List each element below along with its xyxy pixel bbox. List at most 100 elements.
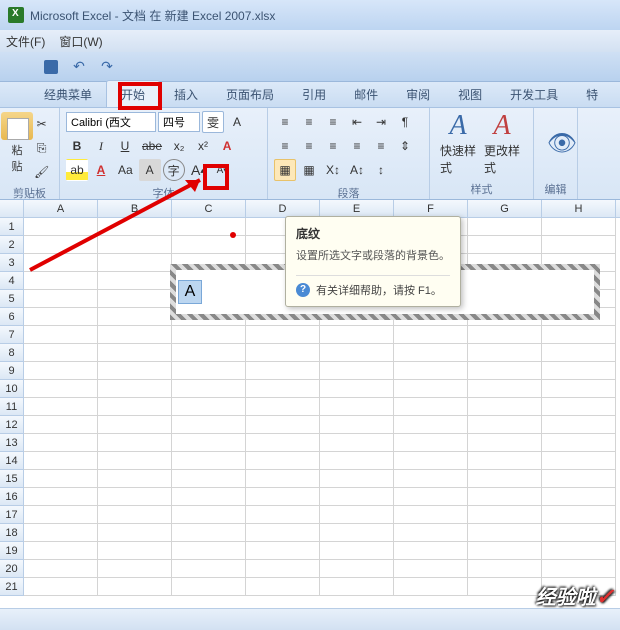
cell[interactable] (320, 326, 394, 344)
cell[interactable] (468, 236, 542, 254)
subscript-button[interactable]: x₂ (168, 135, 190, 157)
row-header[interactable]: 1 (0, 218, 24, 236)
row-header[interactable]: 13 (0, 434, 24, 452)
cell[interactable] (394, 434, 468, 452)
highlight-button[interactable]: ab (66, 159, 88, 181)
row-header[interactable]: 21 (0, 578, 24, 596)
multilevel-button[interactable]: ≡ (322, 111, 344, 133)
cell[interactable] (320, 380, 394, 398)
cell[interactable] (246, 578, 320, 596)
char-shading-button[interactable]: A (139, 159, 161, 181)
cell[interactable] (98, 560, 172, 578)
cell[interactable] (468, 470, 542, 488)
distribute-button[interactable]: ≡ (370, 135, 392, 157)
cell[interactable] (394, 326, 468, 344)
cell[interactable] (24, 272, 98, 290)
cell[interactable] (246, 398, 320, 416)
cell[interactable] (98, 380, 172, 398)
cell[interactable] (468, 326, 542, 344)
cell[interactable] (468, 524, 542, 542)
text-effects-button[interactable]: A (216, 135, 238, 157)
cell[interactable] (24, 488, 98, 506)
cell[interactable] (542, 506, 616, 524)
cell[interactable] (98, 524, 172, 542)
cell[interactable] (98, 362, 172, 380)
change-styles-button[interactable]: A 更改样式 (480, 111, 524, 175)
col-header[interactable]: A (24, 200, 98, 217)
numbering-button[interactable]: ≡ (298, 111, 320, 133)
tab-references[interactable]: 引用 (288, 81, 340, 107)
col-header[interactable]: E (320, 200, 394, 217)
copy-button[interactable]: ⎘ (30, 137, 53, 159)
tab-mail[interactable]: 邮件 (340, 81, 392, 107)
row-header[interactable]: 3 (0, 254, 24, 272)
bullets-button[interactable]: ≡ (274, 111, 296, 133)
cell[interactable] (394, 506, 468, 524)
cell[interactable] (246, 470, 320, 488)
tab-home[interactable]: 开始 (106, 80, 160, 107)
cell[interactable] (542, 218, 616, 236)
tab-special[interactable]: 特 (572, 81, 612, 107)
font-name-dropdown[interactable]: Calibri (西文 (66, 112, 156, 132)
underline-button[interactable]: U (114, 135, 136, 157)
strikethrough-button[interactable]: abe (138, 135, 166, 157)
align-right-button[interactable]: ≡ (322, 135, 344, 157)
para-extra-button[interactable]: ↕ (370, 159, 392, 181)
cell[interactable] (246, 326, 320, 344)
decrease-indent-button[interactable]: ⇤ (346, 111, 368, 133)
cell[interactable] (246, 452, 320, 470)
tab-review[interactable]: 审阅 (392, 81, 444, 107)
cell[interactable] (24, 308, 98, 326)
cell[interactable] (542, 236, 616, 254)
row-header[interactable]: 14 (0, 452, 24, 470)
cell[interactable] (98, 416, 172, 434)
font-color-button[interactable]: A (90, 159, 112, 181)
cell[interactable] (394, 380, 468, 398)
cell[interactable] (98, 434, 172, 452)
cell[interactable] (24, 236, 98, 254)
cell[interactable] (172, 326, 246, 344)
shrink-font-button[interactable]: A▾ (211, 159, 233, 181)
cell[interactable] (468, 398, 542, 416)
cut-button[interactable]: ✂ (30, 113, 53, 135)
sheet-tab-strip[interactable] (0, 608, 620, 630)
cell[interactable] (542, 524, 616, 542)
cell[interactable] (394, 578, 468, 596)
format-painter-button[interactable]: 🖌 (30, 161, 53, 183)
cell[interactable] (542, 452, 616, 470)
cell[interactable] (468, 452, 542, 470)
cell[interactable] (98, 398, 172, 416)
cell[interactable] (246, 560, 320, 578)
cell[interactable] (320, 434, 394, 452)
cell[interactable] (98, 218, 172, 236)
cell[interactable] (394, 344, 468, 362)
tab-classic[interactable]: 经典菜单 (30, 81, 106, 107)
cell[interactable] (320, 452, 394, 470)
cell[interactable] (468, 218, 542, 236)
cell[interactable] (98, 344, 172, 362)
cell[interactable] (172, 434, 246, 452)
quick-styles-button[interactable]: A 快速样式 (436, 111, 480, 175)
row-header[interactable]: 5 (0, 290, 24, 308)
cell[interactable] (98, 254, 172, 272)
cell[interactable] (468, 416, 542, 434)
cell[interactable] (542, 398, 616, 416)
cell[interactable] (172, 380, 246, 398)
menu-window[interactable]: 窗口(W) (59, 33, 102, 50)
cell[interactable] (98, 506, 172, 524)
cell[interactable] (394, 452, 468, 470)
line-spacing-button[interactable]: ⇕ (394, 135, 416, 157)
phonetic-guide-button[interactable]: 雯 (202, 111, 224, 133)
cell[interactable] (172, 560, 246, 578)
cell[interactable] (246, 362, 320, 380)
col-header[interactable]: G (468, 200, 542, 217)
bold-button[interactable]: B (66, 135, 88, 157)
tab-layout[interactable]: 页面布局 (212, 81, 288, 107)
cell[interactable] (542, 542, 616, 560)
undo-button[interactable]: ↶ (68, 56, 90, 78)
row-header[interactable]: 7 (0, 326, 24, 344)
row-header[interactable]: 20 (0, 560, 24, 578)
cell[interactable] (542, 488, 616, 506)
cell[interactable] (98, 272, 172, 290)
cell[interactable] (172, 542, 246, 560)
